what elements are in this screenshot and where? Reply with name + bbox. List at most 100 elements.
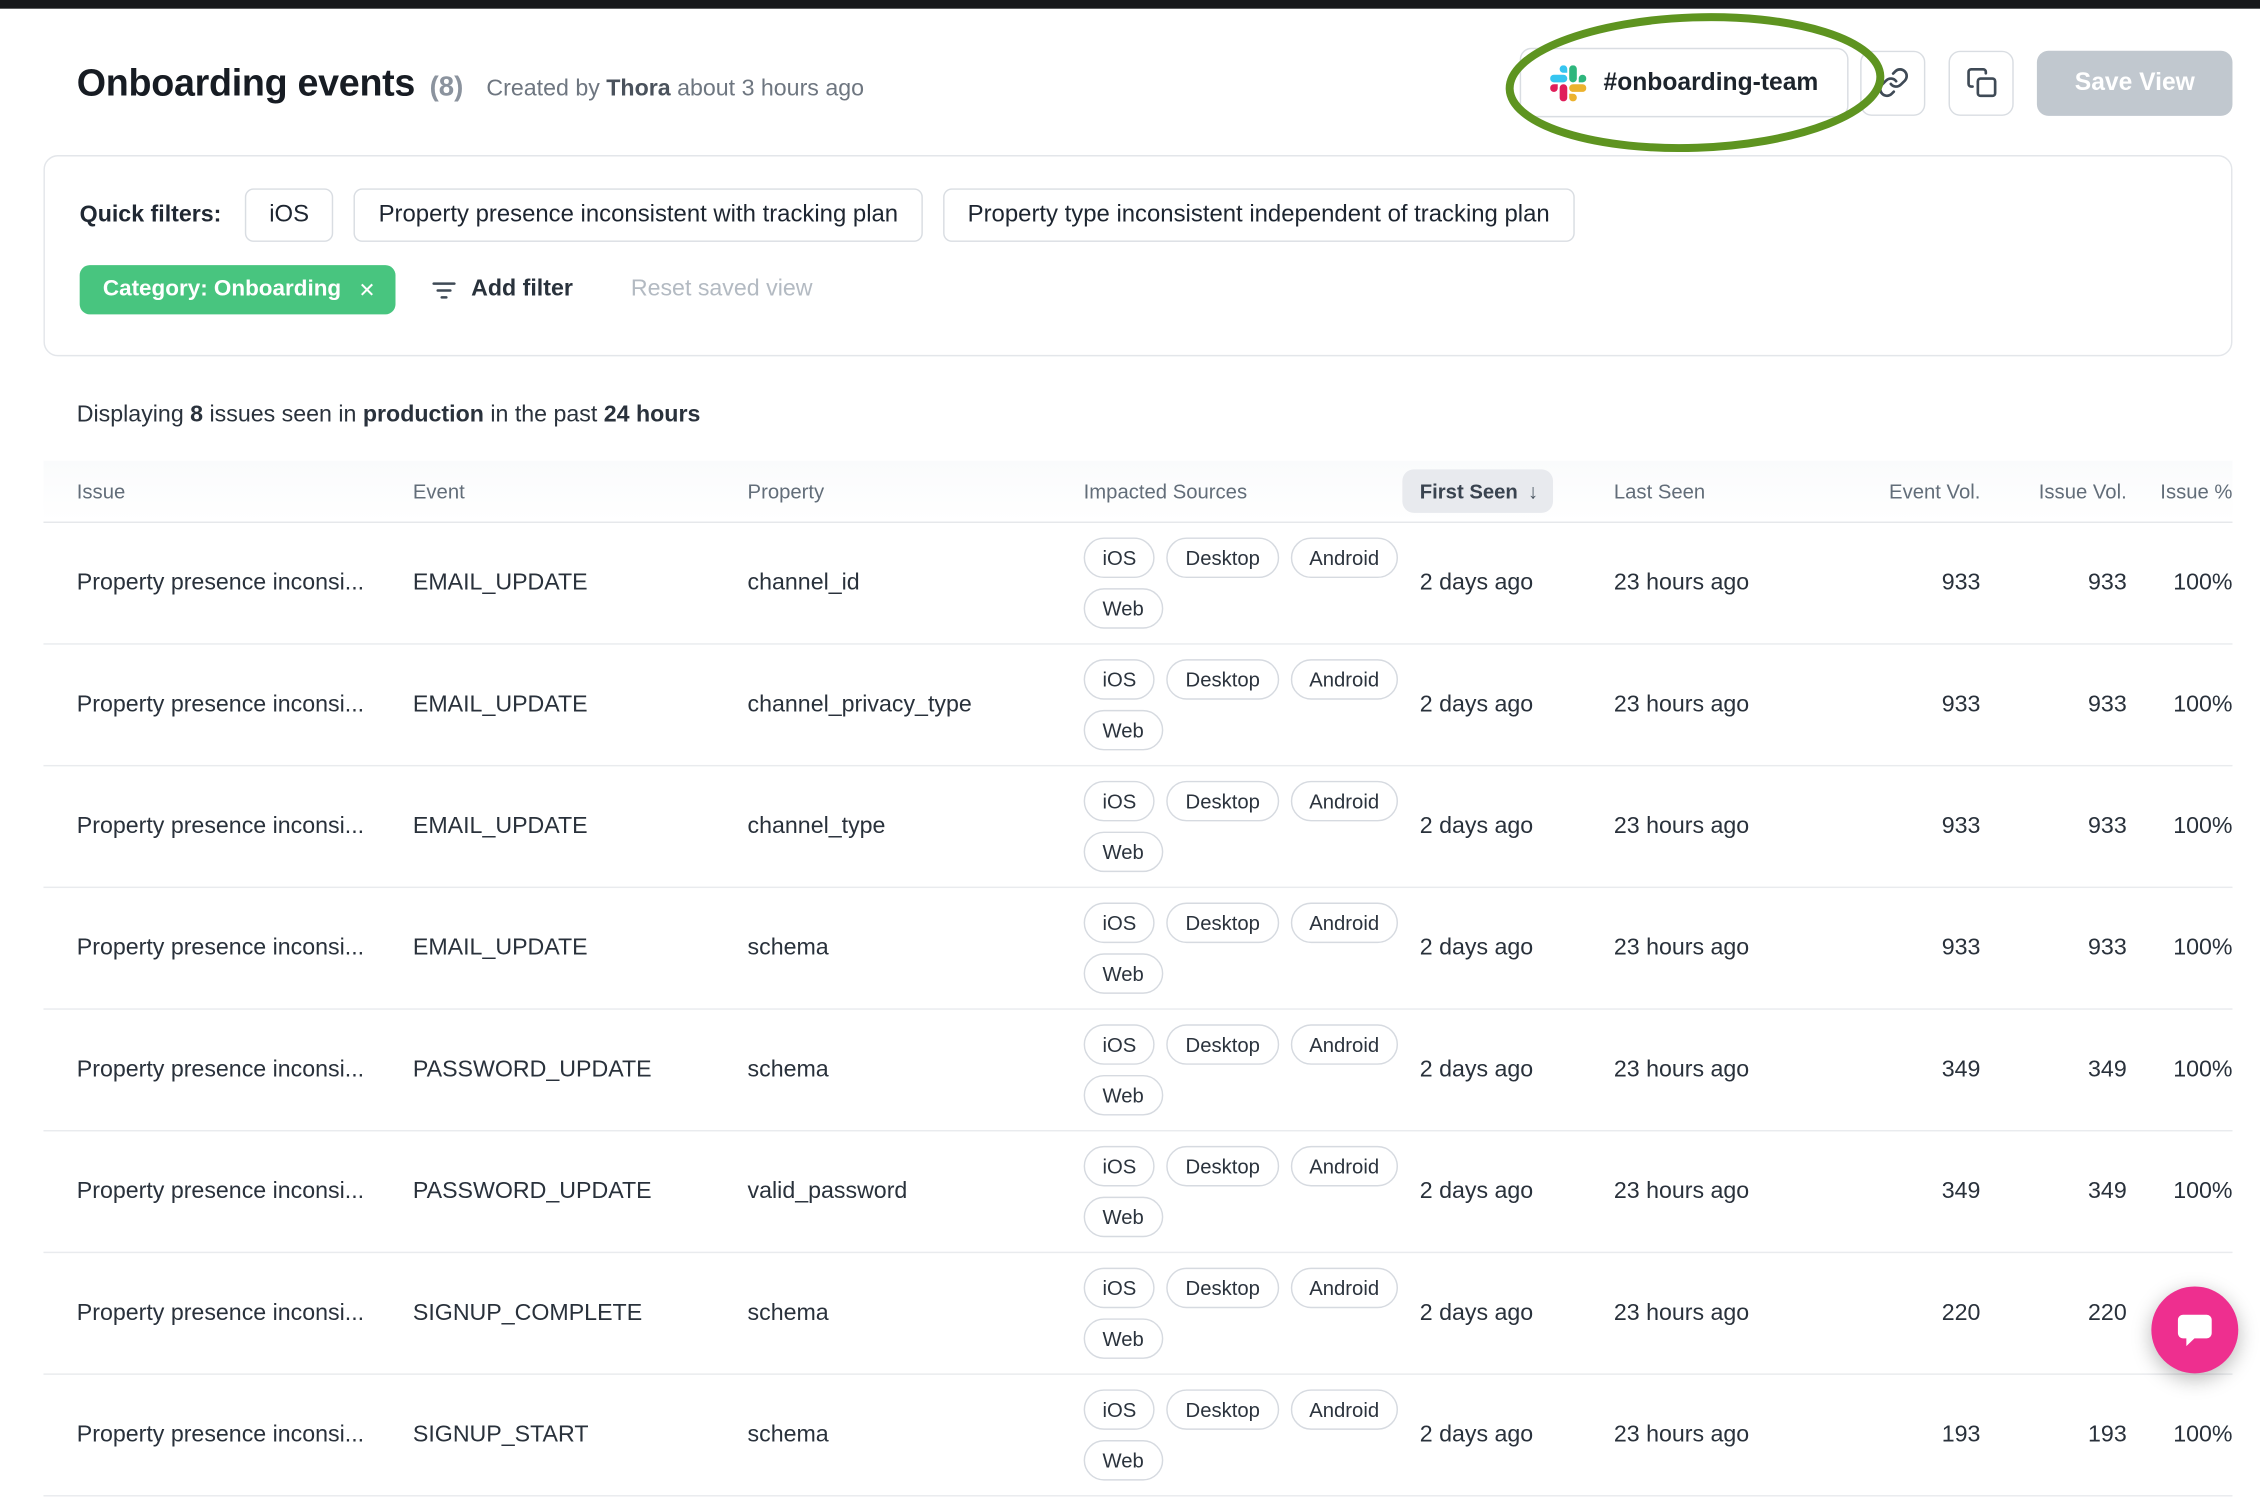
col-last-seen[interactable]: Last Seen [1614,480,1836,503]
source-pill: iOS [1083,537,1156,579]
event-vol-cell: 933 [1941,935,1981,960]
event-cell: EMAIL_UPDATE [412,691,588,717]
table-header: Issue Event Property Impacted Sources Fi… [43,460,2233,523]
col-event-vol[interactable]: Event Vol. [1836,480,1980,503]
last-seen-cell: 23 hours ago [1613,691,1750,717]
col-issue-pct[interactable]: Issue % [2127,480,2232,503]
source-pill: Desktop [1166,1024,1279,1065]
source-pill: Android [1290,1145,1398,1187]
impacted-sources: iOS Desktop Android Web [1083,645,1417,765]
source-pill: iOS [1083,1267,1156,1309]
issues-table: Issue Event Property Impacted Sources Fi… [43,460,2233,1497]
impacted-sources: iOS Desktop Android Web [1083,523,1417,643]
event-cell: PASSWORD_UPDATE [412,1178,652,1204]
issue-pct-cell: 100% [2173,570,2233,595]
event-vol-cell: 933 [1941,813,1981,839]
summary-count: 8 [190,402,204,428]
issue-pct-cell: 100% [2173,1056,2233,1082]
first-seen-cell: 2 days ago [1419,1178,1534,1204]
table-row[interactable]: Property presence inconsi... SIGNUP_STAR… [43,1375,2233,1497]
title-row: Onboarding events (8) Created by Thora a… [77,60,864,105]
impacted-sources: iOS Desktop Android Web [1083,888,1417,1008]
add-filter-label: Add filter [471,276,573,302]
issue-cell: Property presence inconsi... [76,935,365,960]
source-pill: Desktop [1166,1389,1279,1430]
col-issue-vol[interactable]: Issue Vol. [1980,480,2127,503]
event-vol-cell: 349 [1941,1056,1981,1082]
source-pill: Desktop [1166,1145,1279,1187]
issue-vol-cell: 193 [2088,1421,2127,1447]
first-seen-cell: 2 days ago [1419,1421,1534,1447]
source-pill: iOS [1083,1389,1156,1430]
save-view-button[interactable]: Save View [2037,49,2233,116]
close-icon[interactable]: ✕ [359,280,376,300]
col-impacted-sources[interactable]: Impacted Sources [1084,480,1420,503]
link-icon [1877,67,1909,99]
event-vol-cell: 193 [1941,1421,1981,1447]
chat-launcher-button[interactable] [2151,1286,2239,1374]
issue-cell: Property presence inconsi... [76,1056,365,1082]
last-seen-cell: 23 hours ago [1613,1178,1750,1204]
page-header: Onboarding events (8) Created by Thora a… [0,9,2260,155]
copy-link-button[interactable] [1860,49,1926,116]
event-cell: EMAIL_UPDATE [412,935,588,960]
top-bar [0,0,2260,9]
first-seen-cell: 2 days ago [1419,570,1534,595]
source-pill: Web [1083,1196,1163,1238]
property-cell: schema [747,1300,829,1325]
slack-button-wrap: #onboarding-team [1505,13,1885,153]
sort-pill: First Seen ↓ [1402,469,1553,513]
issue-vol-cell: 349 [2088,1056,2127,1082]
table-row[interactable]: Property presence inconsi... EMAIL_UPDAT… [43,888,2233,1010]
issue-cell: Property presence inconsi... [76,813,365,839]
col-property[interactable]: Property [748,480,1084,503]
quick-filter-presence[interactable]: Property presence inconsistent with trac… [353,188,923,242]
table-row[interactable]: Property presence inconsi... SIGNUP_COMP… [43,1253,2233,1375]
active-filters-row: Category: Onboarding ✕ Add filter Reset … [79,265,2197,315]
source-pill: Android [1290,659,1398,700]
quick-filter-type[interactable]: Property type inconsistent independent o… [943,188,1575,242]
source-pill: Web [1083,588,1163,629]
col-issue[interactable]: Issue [43,480,412,503]
event-cell: PASSWORD_UPDATE [412,1056,652,1082]
source-pill: iOS [1083,780,1156,822]
event-cell: EMAIL_UPDATE [412,813,588,839]
duplicate-view-button[interactable] [1948,49,2014,116]
table-row[interactable]: Property presence inconsi... EMAIL_UPDAT… [43,645,2233,767]
issue-pct-cell: 100% [2173,691,2233,717]
last-seen-cell: 23 hours ago [1613,1421,1750,1447]
source-pill: Web [1083,1074,1163,1116]
issue-count-badge: (8) [429,71,464,103]
table-row[interactable]: Property presence inconsi... EMAIL_UPDAT… [43,523,2233,645]
active-filter-pill[interactable]: Category: Onboarding ✕ [79,265,396,315]
source-pill: iOS [1083,659,1156,700]
quick-filter-ios[interactable]: iOS [244,188,334,242]
table-row[interactable]: Property presence inconsi... EMAIL_UPDAT… [43,766,2233,889]
source-pill: Web [1083,709,1163,751]
source-pill: Desktop [1166,1267,1279,1309]
last-seen-cell: 23 hours ago [1613,935,1750,960]
source-pill: Android [1290,1267,1398,1309]
source-pill: Desktop [1166,537,1279,579]
add-filter-button[interactable]: Add filter [431,276,573,304]
quick-filters-label: Quick filters: [79,202,222,227]
source-pill: Web [1083,953,1163,994]
source-pill: iOS [1083,1024,1156,1065]
issue-vol-cell: 933 [2088,813,2127,839]
col-event[interactable]: Event [413,480,748,503]
table-row[interactable]: Property presence inconsi... PASSWORD_UP… [43,1131,2233,1254]
issue-cell: Property presence inconsi... [76,1421,365,1447]
table-row[interactable]: Property presence inconsi... PASSWORD_UP… [43,1010,2233,1132]
table-body: Property presence inconsi... EMAIL_UPDAT… [43,523,2233,1497]
source-pill: iOS [1083,902,1156,944]
issue-vol-cell: 933 [2088,691,2127,717]
property-cell: channel_privacy_type [747,691,972,717]
event-cell: SIGNUP_COMPLETE [412,1300,643,1325]
slack-channel-button[interactable]: #onboarding-team [1519,47,1849,118]
col-first-seen[interactable]: First Seen ↓ [1402,469,1614,513]
reset-saved-view-button[interactable]: Reset saved view [631,277,813,303]
last-seen-cell: 23 hours ago [1613,1056,1750,1082]
header-actions: #onboarding-team Save View [1505,13,2233,153]
first-seen-cell: 2 days ago [1419,1056,1534,1082]
copy-icon [1965,67,1997,99]
